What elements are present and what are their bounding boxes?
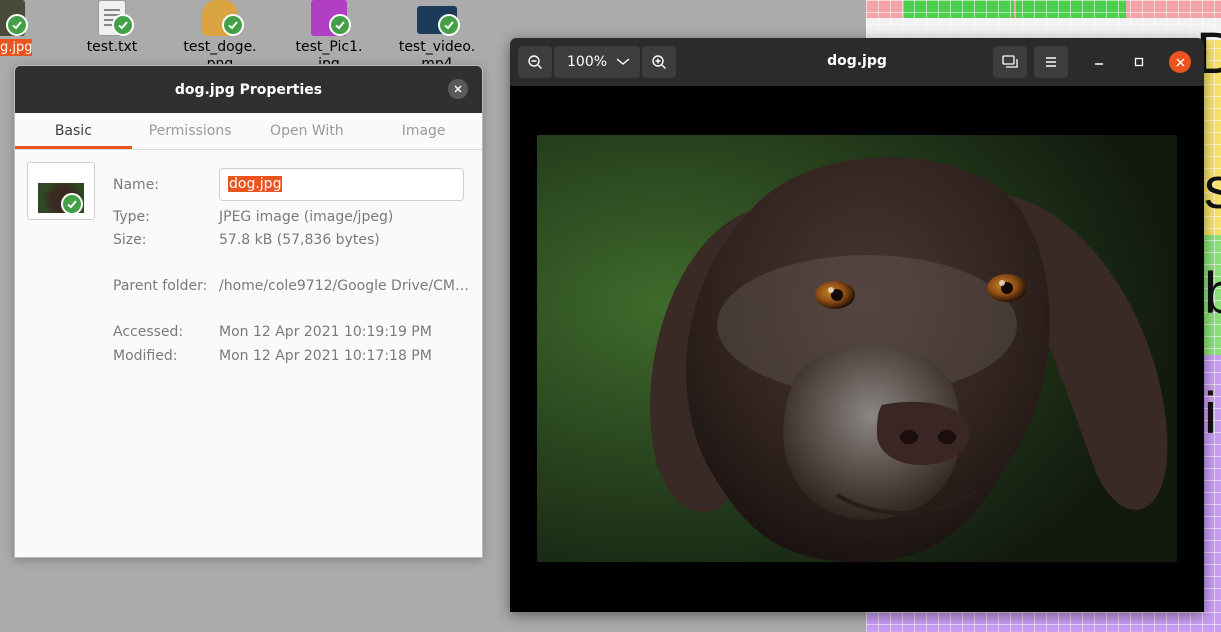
modified-value: Mon 12 Apr 2021 10:17:18 PM (219, 348, 432, 364)
check-icon (329, 14, 351, 36)
dialog-title: dog.jpg Properties (174, 81, 323, 98)
type-value: JPEG image (image/jpeg) (219, 209, 394, 225)
size-value: 57.8 kB (57,836 bytes) (219, 232, 380, 248)
desktop-file[interactable]: test_video. mp4 (394, 0, 480, 64)
viewer-headerbar: 100% dog.jpg (510, 38, 1204, 86)
minimize-icon (1095, 63, 1103, 65)
file-name-line2: jpg (318, 56, 340, 64)
menu-icon (1046, 57, 1056, 67)
close-button[interactable] (448, 79, 468, 99)
tab-basic[interactable]: Basic (15, 113, 132, 149)
check-icon (222, 14, 244, 36)
parent-folder-label: Parent folder: (113, 278, 208, 294)
accessed-value: Mon 12 Apr 2021 10:19:19 PM (219, 324, 432, 340)
file-name-line2: png (206, 56, 234, 64)
tab-open-with[interactable]: Open With (249, 113, 366, 149)
minimize-button[interactable] (1088, 51, 1110, 73)
close-button[interactable] (1169, 51, 1191, 73)
check-icon (112, 14, 134, 36)
desktop-file[interactable]: test_doge. png (180, 0, 260, 64)
tab-bar: Basic Permissions Open With Image (15, 113, 482, 150)
properties-dialog: dog.jpg Properties Basic Permissions Ope… (14, 65, 483, 558)
displayed-image[interactable] (537, 135, 1177, 562)
desktop-file[interactable]: g.jpg (0, 0, 44, 60)
desktop-file[interactable]: test_Pic1. jpg (289, 0, 369, 64)
file-name: test_Pic1. (295, 39, 363, 55)
type-label: Type: (113, 209, 150, 225)
image-viewer-window: 100% dog.jpg (510, 38, 1204, 612)
maximize-button[interactable] (1128, 51, 1150, 73)
name-value-selected: dog.jpg (228, 176, 283, 192)
name-label: Name: (113, 177, 160, 193)
dialog-titlebar: dog.jpg Properties (15, 66, 482, 113)
close-icon (1175, 57, 1185, 67)
size-label: Size: (113, 232, 147, 248)
desktop-file[interactable]: test.txt (78, 0, 146, 60)
file-name: test_doge. (183, 39, 257, 55)
file-name: g.jpg (0, 39, 33, 56)
maximize-icon (1134, 57, 1144, 67)
file-name: test_video. (398, 39, 476, 55)
name-field[interactable]: dog.jpg (219, 168, 464, 201)
close-icon (454, 85, 462, 93)
tab-image[interactable]: Image (365, 113, 482, 149)
menu-button[interactable] (1034, 46, 1068, 78)
modified-label: Modified: (113, 348, 178, 364)
parent-folder-value[interactable]: /home/cole9712/Google Drive/CM… (219, 278, 469, 295)
check-icon (438, 14, 460, 36)
tab-permissions[interactable]: Permissions (132, 113, 249, 149)
check-icon (6, 14, 28, 36)
check-icon (61, 193, 83, 215)
file-name: test.txt (86, 39, 138, 55)
file-thumbnail (27, 162, 95, 220)
gallery-icon (1002, 55, 1018, 68)
file-name-line2: mp4 (421, 56, 453, 64)
accessed-label: Accessed: (113, 324, 184, 340)
gallery-button[interactable] (993, 46, 1027, 78)
dog-photo (537, 135, 1177, 562)
